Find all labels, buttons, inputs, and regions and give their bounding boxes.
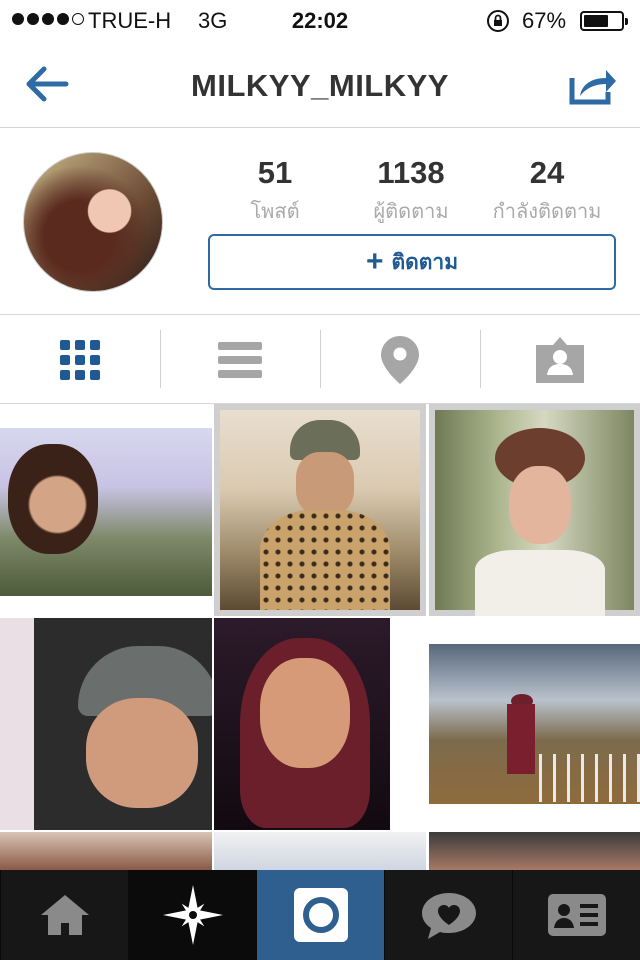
follow-button[interactable]: + ติดตาม <box>208 234 616 290</box>
follow-button-label: ติดตาม <box>391 250 459 274</box>
battery-percent: 67% <box>522 8 567 33</box>
grid-icon <box>60 340 100 380</box>
rotation-lock-icon <box>487 10 509 32</box>
tagged-person-icon <box>536 337 584 383</box>
following-count: 24 <box>529 155 565 190</box>
stat-following[interactable]: 24 กำลังติดตาม <box>472 155 622 227</box>
tab-tagged[interactable] <box>480 316 640 404</box>
photo-thumbnail[interactable] <box>429 404 640 616</box>
photo-grid <box>0 404 640 870</box>
tab-grid[interactable] <box>0 316 160 404</box>
followers-count: 1138 <box>377 155 445 190</box>
page-title: MILKYY_MILKYY <box>191 68 449 103</box>
avatar[interactable] <box>23 152 163 292</box>
stat-followers[interactable]: 1138 ผู้ติดตาม <box>336 155 486 227</box>
photo-thumbnail[interactable] <box>0 832 212 870</box>
followers-label: ผู้ติดตาม <box>373 201 449 223</box>
activity-heart-icon <box>421 893 476 939</box>
camera-icon <box>293 888 348 942</box>
tab-explore[interactable] <box>128 870 256 960</box>
tab-map[interactable] <box>320 316 480 404</box>
battery-icon <box>580 11 628 31</box>
photo-thumbnail[interactable] <box>214 832 426 870</box>
tab-camera[interactable] <box>256 870 384 960</box>
bottom-tab-bar <box>0 870 640 960</box>
photo-thumbnail[interactable] <box>214 618 390 830</box>
photo-thumbnail[interactable] <box>0 404 212 616</box>
tab-profile[interactable] <box>512 870 640 960</box>
posts-label: โพสต์ <box>250 201 300 223</box>
posts-count: 51 <box>257 155 293 190</box>
list-icon <box>218 342 262 378</box>
navigation-bar: MILKYY_MILKYY <box>0 40 640 128</box>
photo-thumbnail[interactable] <box>214 404 426 616</box>
view-tabs <box>0 316 640 404</box>
plus-icon: + <box>365 245 384 278</box>
profile-card-icon <box>547 894 606 936</box>
following-label: กำลังติดตาม <box>492 201 602 223</box>
profile-header: 51 โพสต์ 1138 ผู้ติดตาม 24 กำลังติดตาม +… <box>0 129 640 315</box>
photo-thumbnail[interactable] <box>429 644 640 804</box>
location-pin-icon <box>381 336 419 384</box>
tab-list[interactable] <box>160 316 320 404</box>
tab-home[interactable] <box>0 870 128 960</box>
home-icon <box>40 895 89 935</box>
explore-star-icon <box>162 885 223 945</box>
stat-posts[interactable]: 51 โพสต์ <box>200 155 350 227</box>
tab-activity[interactable] <box>384 870 512 960</box>
photo-thumbnail[interactable] <box>429 832 640 870</box>
status-bar: TRUE-H 3G 22:02 67% <box>0 0 640 40</box>
share-icon[interactable] <box>568 62 618 106</box>
photo-thumbnail[interactable] <box>0 618 212 830</box>
